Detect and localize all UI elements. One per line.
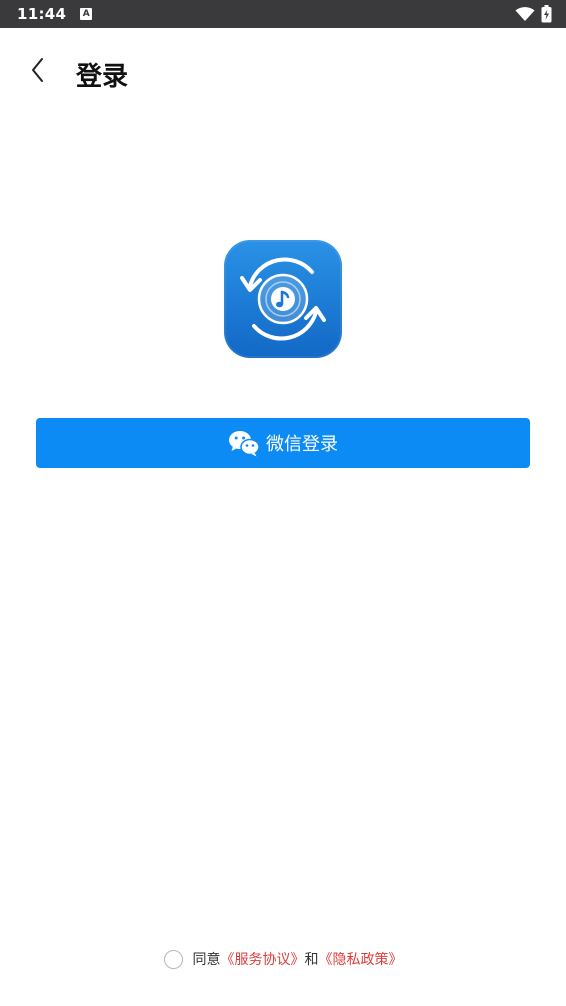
chevron-left-icon bbox=[32, 58, 43, 82]
agree-connector: 和 bbox=[304, 952, 319, 968]
privacy-policy-link[interactable]: 《隐私政策》 bbox=[319, 949, 403, 969]
status-bar: 11:44 A bbox=[0, 0, 566, 28]
music-sync-app-icon bbox=[240, 257, 326, 341]
wechat-login-button[interactable]: 微信登录 bbox=[36, 418, 530, 468]
page-title: 登录 bbox=[76, 62, 129, 92]
status-right bbox=[515, 5, 552, 23]
wechat-login-label: 微信登录 bbox=[266, 434, 338, 455]
notification-a-icon: A bbox=[80, 8, 93, 20]
agree-prefix: 同意 bbox=[192, 952, 221, 968]
agreement-row: 同意 《服务协议》 和 《隐私政策》 bbox=[0, 946, 566, 972]
status-time: 11:44 bbox=[17, 5, 67, 23]
back-button[interactable] bbox=[22, 54, 54, 86]
service-agreement-link[interactable]: 《服务协议》 bbox=[221, 949, 305, 969]
app-logo bbox=[224, 240, 342, 358]
status-left: 11:44 A bbox=[17, 5, 93, 23]
wifi-icon bbox=[515, 7, 535, 21]
agree-checkbox[interactable] bbox=[163, 949, 183, 969]
wechat-icon bbox=[229, 431, 260, 457]
battery-charging-icon bbox=[541, 5, 552, 23]
header: 登录 bbox=[0, 28, 566, 122]
